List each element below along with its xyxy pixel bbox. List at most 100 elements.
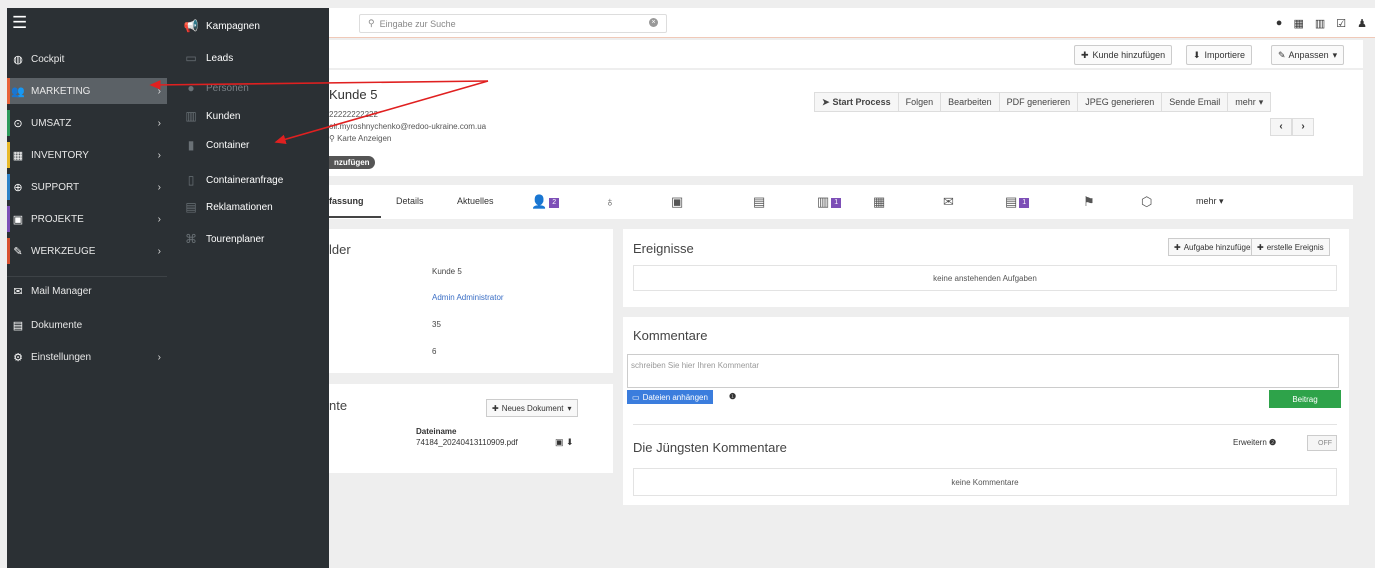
new-document-button[interactable]: ✚ Neues Dokument ▾ [486,399,578,417]
chevron-right-icon: › [157,213,161,225]
customize-button[interactable]: ✎ Anpassen ▾ [1271,45,1345,65]
sidebar-item-mail-manager[interactable]: ✉ Mail Manager [7,278,167,304]
tab-updates[interactable]: Aktuelles [457,196,494,206]
generate-jpeg-button[interactable]: JPEG generieren [1077,92,1163,112]
add-customer-label: Kunde hinzufügen [1092,50,1166,60]
import-button[interactable]: ⬇ Importiere [1186,45,1253,65]
submenu-item-containeranfrage[interactable]: ▯ Containeranfrage [183,170,284,190]
chevron-right-icon: › [157,149,161,161]
tab-more-label: mehr [1196,196,1217,206]
fields-panel: lder Kunde 5 Admin Administrator 35 6 [329,229,613,373]
record-header: Kunde 5 22222222222 olr.myroshnychenko@r… [329,70,1363,176]
tab-documents-icon[interactable]: ▤ 1 [1005,194,1030,210]
attach-files-button[interactable]: ▭ Dateien anhängen [627,390,713,404]
caret-down-icon: ▾ [1332,49,1338,60]
sidebar: ☰ ◍ Cockpit 👥 MARKETING › ⊙ UMSATZ › ▦ I… [7,8,329,568]
sidebar-item-cockpit[interactable]: ◍ Cockpit [7,46,167,72]
create-event-label: erstelle Ereignis [1266,242,1324,252]
tab-box-icon[interactable]: ⬡ [1141,194,1152,210]
customize-label: Anpassen [1288,50,1329,60]
record-email[interactable]: olr.myroshnychenko@redoo-ukraine.com.ua [329,122,486,131]
user-icon[interactable]: ♟ [1357,17,1367,30]
add-tag-button[interactable]: nzufügen [329,156,375,169]
tab-contact-card-icon[interactable]: ▣ [671,194,683,210]
documents-panel-title: nte [329,398,348,413]
calendar-icon[interactable]: ▦ [1293,17,1303,30]
sidebar-item-dokumente[interactable]: ▤ Dokumente [7,312,167,338]
tab-money-bag-icon[interactable]: ♁ [605,194,615,209]
add-task-label: Aufgabe hinzufügen [1183,242,1255,252]
submenu-item-label: Leads [206,52,234,64]
sidebar-item-label: MARKETING [31,85,91,97]
sidebar-item-label: WERKZEUGE [31,245,96,257]
tab-summary[interactable]: fassung [329,196,364,206]
post-comment-button[interactable]: Beitrag [1269,390,1341,408]
add-task-button[interactable]: ✚ Aufgabe hinzufügen [1168,238,1261,256]
submenu-item-label: Container [206,139,250,151]
field-value-assigned[interactable]: Admin Administrator [432,293,504,302]
add-customer-button[interactable]: ✚ Kunde hinzufügen [1074,45,1173,65]
circle-icon[interactable]: ● [1276,17,1283,30]
send-icon: ➤ [822,96,830,107]
submenu-item-label: Kunden [206,110,241,122]
start-process-button[interactable]: ➤ Start Process [814,92,899,112]
info-icon[interactable]: ❶ [729,392,736,401]
record-phone[interactable]: 22222222222 [329,110,378,119]
submenu-item-kunden[interactable]: ▥ Kunden [183,106,240,126]
sidebar-item-werkzeuge[interactable]: ✎ WERKZEUGE › [7,238,167,264]
sidebar-item-umsatz[interactable]: ⊙ UMSATZ › [7,110,167,136]
field-value: 35 [432,320,441,329]
generate-pdf-button[interactable]: PDF generieren [998,92,1079,112]
tab-calendar-icon[interactable]: ▦ [873,194,885,210]
submenu-item-tourenplaner[interactable]: ⌘ Tourenplaner [183,229,264,249]
sidebar-divider [7,276,167,277]
tab-invoice-icon[interactable]: ▥ 1 [817,194,842,210]
comment-textarea[interactable]: schreiben Sie hier Ihren Kommentar [627,354,1339,388]
tab-email-icon[interactable]: ✉ [943,194,954,210]
chevron-right-icon: › [157,351,161,363]
tab-contacts-icon[interactable]: 👤 2 [531,194,560,210]
checkbox-icon[interactable]: ☑ [1336,17,1346,30]
sidebar-item-einstellungen[interactable]: ⚙ Einstellungen › [7,344,167,370]
edit-button[interactable]: Bearbeiten [940,92,1000,112]
tab-tags-icon[interactable]: ⚑ [1083,194,1095,210]
documents-panel: nte ✚ Neues Dokument ▾ Dateiname 74184_2… [329,384,613,473]
tab-details[interactable]: Details [396,196,424,206]
submenu-item-personen[interactable]: ● Personen [183,78,248,98]
sidebar-item-marketing[interactable]: 👥 MARKETING › [7,78,167,104]
submenu-item-reklamationen[interactable]: ▤ Reklamationen [183,197,272,217]
plus-icon: ✚ [1081,49,1089,60]
record-actions: ➤ Start Process Folgen Bearbeiten PDF ge… [814,92,1272,112]
submenu-item-kampagnen[interactable]: 📢 Kampagnen [183,16,260,36]
expand-toggle[interactable]: OFF [1307,435,1337,451]
download-icon[interactable]: ⬇ [566,437,574,447]
sidebar-item-support[interactable]: ⊕ SUPPORT › [7,174,167,200]
sidebar-item-inventory[interactable]: ▦ INVENTORY › [7,142,167,168]
next-record-button[interactable]: › [1292,118,1314,136]
inventory-icon: ▦ [12,149,24,162]
route-icon: ⌘ [185,232,197,246]
clear-search-icon[interactable]: × [649,18,658,27]
sidebar-item-projekte[interactable]: ▣ PROJEKTE › [7,206,167,232]
tab-more[interactable]: mehr ▾ [1196,196,1224,207]
submenu-item-container[interactable]: ▮ Container [183,135,250,155]
send-email-button[interactable]: Sende Email [1161,92,1229,112]
create-event-button[interactable]: ✚ erstelle Ereignis [1251,238,1330,256]
previous-record-button[interactable]: ‹ [1270,118,1292,136]
chart-icon[interactable]: ▥ [1315,17,1325,30]
menu-toggle-icon[interactable]: ☰ [12,14,27,31]
wrench-icon: ✎ [1278,49,1286,60]
id-card-icon: ▭ [185,51,197,65]
submenu-item-leads[interactable]: ▭ Leads [183,48,233,68]
tab-quote-icon[interactable]: ▤ [753,194,765,210]
record-tabs: fassung Details Aktuelles 👤 2 ♁ ▣ ▤ ▥ 1 ▦ … [329,185,1353,219]
show-map-link[interactable]: ⚲ Karte Anzeigen [329,134,391,143]
more-actions-button[interactable]: mehr ▾ [1227,92,1272,112]
chevron-right-icon: › [157,245,161,257]
recent-comments-title: Die Jüngsten Kommentare [633,440,787,455]
search-input[interactable]: ⚲ Eingabe zur Suche × [359,14,667,33]
plus-icon: ✚ [492,403,499,413]
image-icon[interactable]: ▣ [555,437,564,447]
follow-button[interactable]: Folgen [897,92,942,112]
document-filename[interactable]: 74184_20240413110909.pdf [416,438,518,447]
